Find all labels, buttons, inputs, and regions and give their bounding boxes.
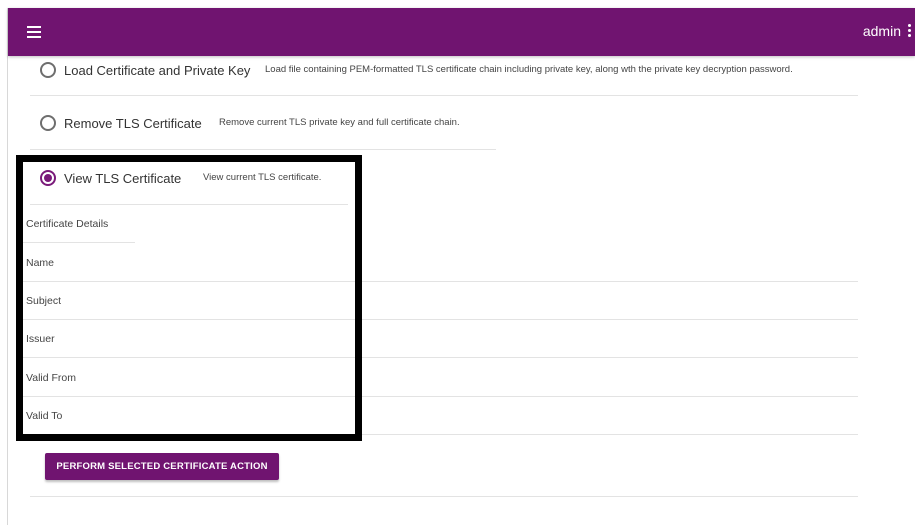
- radio-remove-certificate[interactable]: [40, 115, 56, 131]
- kebab-menu-icon[interactable]: [908, 24, 912, 40]
- divider: [30, 95, 858, 96]
- hamburger-menu-icon[interactable]: [27, 26, 41, 38]
- perform-certificate-action-button[interactable]: PERFORM SELECTED CERTIFICATE ACTION: [45, 453, 279, 480]
- divider: [30, 149, 496, 150]
- user-name[interactable]: admin: [863, 23, 901, 39]
- radio-load-certificate[interactable]: [40, 62, 56, 78]
- option-remove-certificate[interactable]: Remove TLS Certificate: [40, 115, 202, 131]
- top-app-bar: admin: [8, 8, 915, 56]
- divider: [30, 496, 858, 497]
- option-load-certificate[interactable]: Load Certificate and Private Key: [40, 62, 250, 78]
- option-label: Remove TLS Certificate: [64, 115, 202, 131]
- option-label: Load Certificate and Private Key: [64, 62, 251, 78]
- option-description: Remove current TLS private key and full …: [219, 117, 460, 128]
- option-description: Load file containing PEM-formatted TLS c…: [265, 64, 793, 75]
- highlight-box: [16, 155, 362, 441]
